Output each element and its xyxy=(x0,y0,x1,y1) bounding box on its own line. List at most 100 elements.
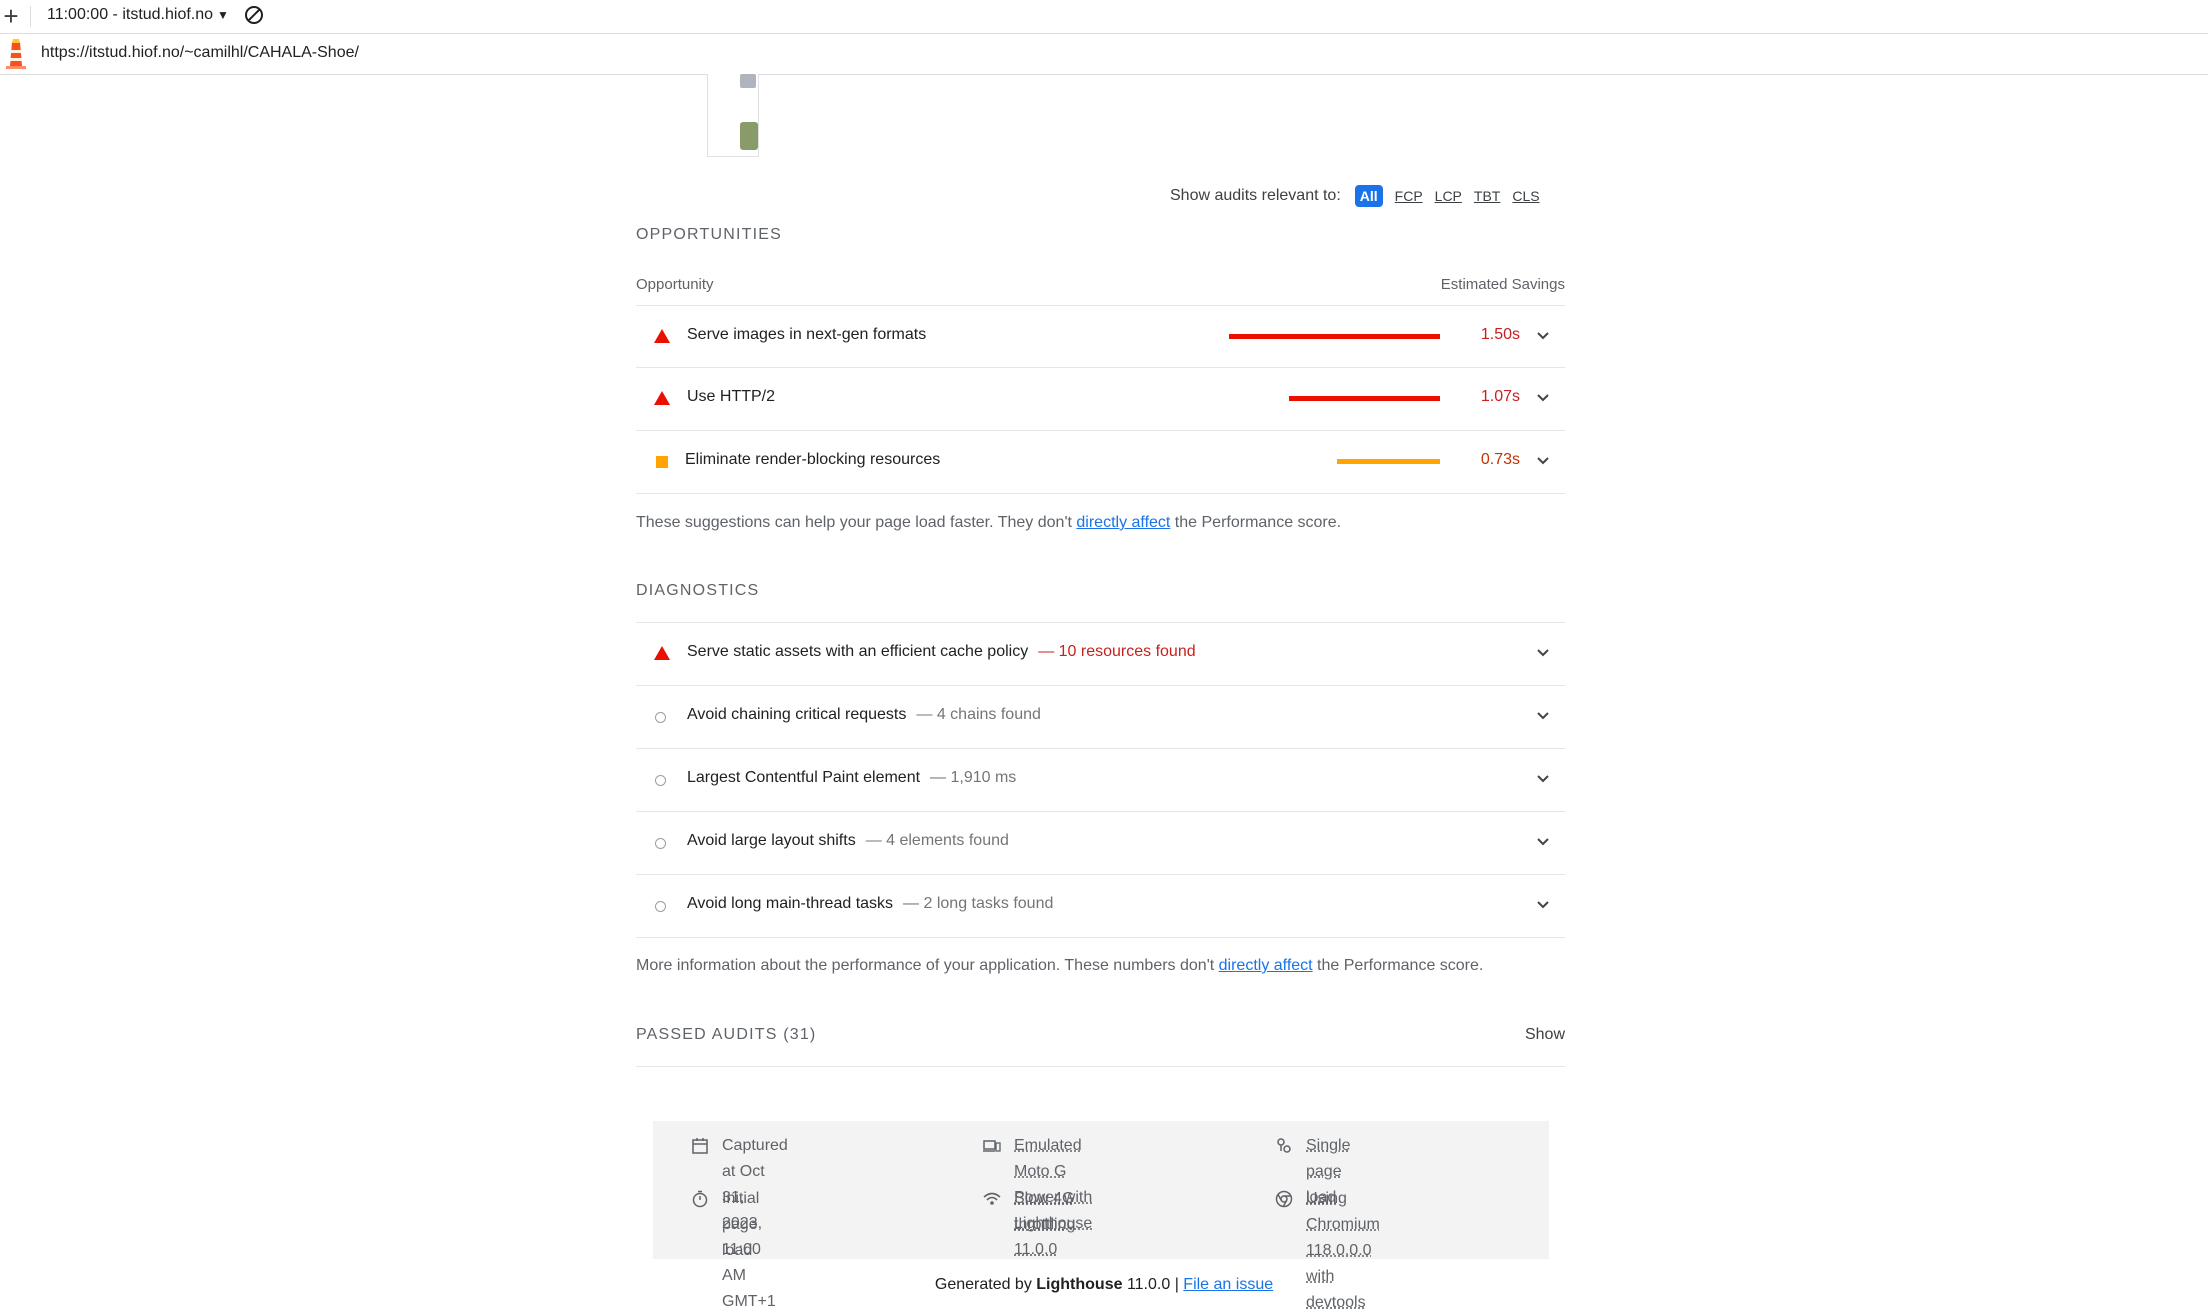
footer-version: 11.0.0 | xyxy=(1123,1276,1184,1293)
diagnostics-note: More information about the performance o… xyxy=(636,957,1483,975)
new-report-button[interactable]: + xyxy=(0,2,22,30)
report-toolbar: + 11:00:00 - itstud.hiof.no ▼ xyxy=(0,0,2208,34)
chevron-down-icon[interactable] xyxy=(1535,708,1551,724)
thumbnail-image xyxy=(740,122,758,150)
diagnostic-title: Avoid long main-thread tasks — 2 long tas… xyxy=(687,895,1053,913)
metric-filter: Show audits relevant to: All FCP LCP TBT CLS xyxy=(1170,185,1540,211)
diagnostic-title: Largest Contentful Paint element — 1,910 … xyxy=(687,769,1016,787)
chevron-down-icon[interactable] xyxy=(1535,328,1551,344)
diagnostic-row[interactable]: Avoid chaining critical requests — 4 chai… xyxy=(636,685,1565,748)
runtime-settings: Captured at Oct 31, 2023, 11:00 AM GMT+1 … xyxy=(653,1121,1549,1259)
filter-chip-fcp[interactable]: FCP xyxy=(1395,188,1423,204)
diagnostic-detail: — 2 long tasks found xyxy=(903,895,1053,912)
average-square-icon xyxy=(656,456,668,468)
url-bar: https://itstud.hiof.no/~camilhl/CAHALA-S… xyxy=(0,34,2208,75)
chevron-down-icon[interactable] xyxy=(1535,645,1551,661)
passed-audits-title: PASSED AUDITS (31) xyxy=(636,1026,816,1044)
savings-value: 1.07s xyxy=(1481,388,1520,406)
savings-bar xyxy=(1337,459,1440,464)
browser-text[interactable]: Using Chromium 118.0.0.0 with devtools xyxy=(1306,1186,1380,1316)
chevron-down-icon[interactable] xyxy=(1535,453,1551,469)
savings-value: 0.73s xyxy=(1481,451,1520,469)
footer-lighthouse: Lighthouse xyxy=(1036,1276,1122,1293)
diagnostic-title-text: Serve static assets with an efficient ca… xyxy=(687,643,1028,660)
browser-line: devtools xyxy=(1306,1294,1366,1311)
report-selector[interactable]: 11:00:00 - itstud.hiof.no ▼ xyxy=(47,6,229,24)
report-footer: Generated by Lighthouse 11.0.0 | File an… xyxy=(0,1276,2208,1294)
diagnostic-title-text: Avoid long main-thread tasks xyxy=(687,895,893,912)
show-passed-audits-button[interactable]: Show xyxy=(1525,1026,1565,1044)
chevron-down-icon[interactable] xyxy=(1535,897,1551,913)
calendar-icon xyxy=(691,1137,709,1155)
opportunities-heading: OPPORTUNITIES xyxy=(636,226,782,244)
report-selector-label: 11:00:00 - itstud.hiof.no xyxy=(47,6,213,23)
diagnostic-title: Avoid large layout shifts — 4 elements fo… xyxy=(687,832,1009,850)
opportunity-title: Eliminate render-blocking resources xyxy=(685,451,940,469)
opportunity-row[interactable]: Use HTTP/2 1.07s xyxy=(636,367,1565,430)
passed-audits-header[interactable]: PASSED AUDITS (31) Show xyxy=(636,1026,1565,1067)
diagnostic-row[interactable]: Avoid long main-thread tasks — 2 long tas… xyxy=(636,874,1565,938)
file-issue-link[interactable]: File an issue xyxy=(1183,1276,1273,1293)
savings-column-header: Estimated Savings xyxy=(1441,276,1565,293)
diagnostic-row[interactable]: Serve static assets with an efficient ca… xyxy=(636,622,1565,685)
note-text: the Performance score. xyxy=(1170,514,1341,531)
filter-chip-lcp[interactable]: LCP xyxy=(1435,188,1462,204)
devices-icon xyxy=(983,1137,1001,1155)
diagnostics-heading: DIAGNOSTICS xyxy=(636,582,759,600)
diagnostic-detail: — 10 resources found xyxy=(1038,643,1195,660)
note-text: the Performance score. xyxy=(1313,957,1484,974)
opportunities-note: These suggestions can help your page loa… xyxy=(636,514,1341,532)
metric-filter-label: Show audits relevant to: xyxy=(1170,187,1341,205)
note-text: These suggestions can help your page loa… xyxy=(636,514,1076,531)
diagnostic-row[interactable]: Largest Contentful Paint element — 1,910 … xyxy=(636,748,1565,811)
initial-load-text: Initial page load xyxy=(722,1186,759,1264)
note-text: More information about the performance o… xyxy=(636,957,1219,974)
diagnostic-detail: — 1,910 ms xyxy=(930,769,1016,786)
single-load-icon xyxy=(1275,1137,1293,1155)
filter-chip-all[interactable]: All xyxy=(1355,185,1383,207)
info-circle-icon xyxy=(655,901,666,912)
diagnostic-title-text: Largest Contentful Paint element xyxy=(687,769,920,786)
filter-chip-cls[interactable]: CLS xyxy=(1512,188,1539,204)
diagnostic-detail: — 4 chains found xyxy=(916,706,1041,723)
fail-triangle-icon xyxy=(654,329,670,343)
fail-triangle-icon xyxy=(654,391,670,405)
caret-down-icon: ▼ xyxy=(217,8,229,22)
fail-triangle-icon xyxy=(654,646,670,660)
chevron-down-icon[interactable] xyxy=(1535,834,1551,850)
toolbar-divider xyxy=(30,6,31,27)
directly-affect-link[interactable]: directly affect xyxy=(1076,514,1170,531)
throttling-text[interactable]: Slow 4G throttling xyxy=(1014,1186,1075,1238)
clear-all-icon[interactable] xyxy=(243,4,265,26)
chevron-down-icon[interactable] xyxy=(1535,390,1551,406)
diagnostic-row[interactable]: Avoid large layout shifts — 4 elements fo… xyxy=(636,811,1565,874)
footer-text: Generated by xyxy=(935,1276,1036,1293)
diagnostic-title: Avoid chaining critical requests — 4 chai… xyxy=(687,706,1041,724)
savings-bar xyxy=(1289,396,1440,401)
lighthouse-logo-icon xyxy=(4,38,28,70)
info-circle-icon xyxy=(655,712,666,723)
opportunity-row[interactable]: Eliminate render-blocking resources 0.73… xyxy=(636,430,1565,494)
diagnostic-title: Serve static assets with an efficient ca… xyxy=(687,643,1196,661)
directly-affect-link[interactable]: directly affect xyxy=(1219,957,1313,974)
opportunity-title: Serve images in next-gen formats xyxy=(687,326,926,344)
thumbnail-image xyxy=(740,74,756,88)
chromium-icon xyxy=(1275,1190,1293,1208)
savings-value: 1.50s xyxy=(1481,326,1520,344)
info-circle-icon xyxy=(655,775,666,786)
chevron-down-icon[interactable] xyxy=(1535,771,1551,787)
info-circle-icon xyxy=(655,838,666,849)
opportunity-row[interactable]: Serve images in next-gen formats 1.50s xyxy=(636,305,1565,368)
diagnostic-title-text: Avoid chaining critical requests xyxy=(687,706,906,723)
wifi-icon xyxy=(983,1190,1001,1208)
diagnostic-detail: — 4 elements found xyxy=(866,832,1009,849)
opportunity-column-header: Opportunity xyxy=(636,276,714,293)
report-url[interactable]: https://itstud.hiof.no/~camilhl/CAHALA-S… xyxy=(41,44,359,62)
diagnostic-title-text: Avoid large layout shifts xyxy=(687,832,856,849)
stopwatch-icon xyxy=(691,1190,709,1208)
opportunity-title: Use HTTP/2 xyxy=(687,388,775,406)
savings-bar xyxy=(1229,334,1440,339)
browser-line: Using Chromium 118.0.0.0 with xyxy=(1306,1190,1380,1285)
filter-chip-tbt[interactable]: TBT xyxy=(1474,188,1500,204)
filmstrip-thumbnail xyxy=(707,74,759,157)
